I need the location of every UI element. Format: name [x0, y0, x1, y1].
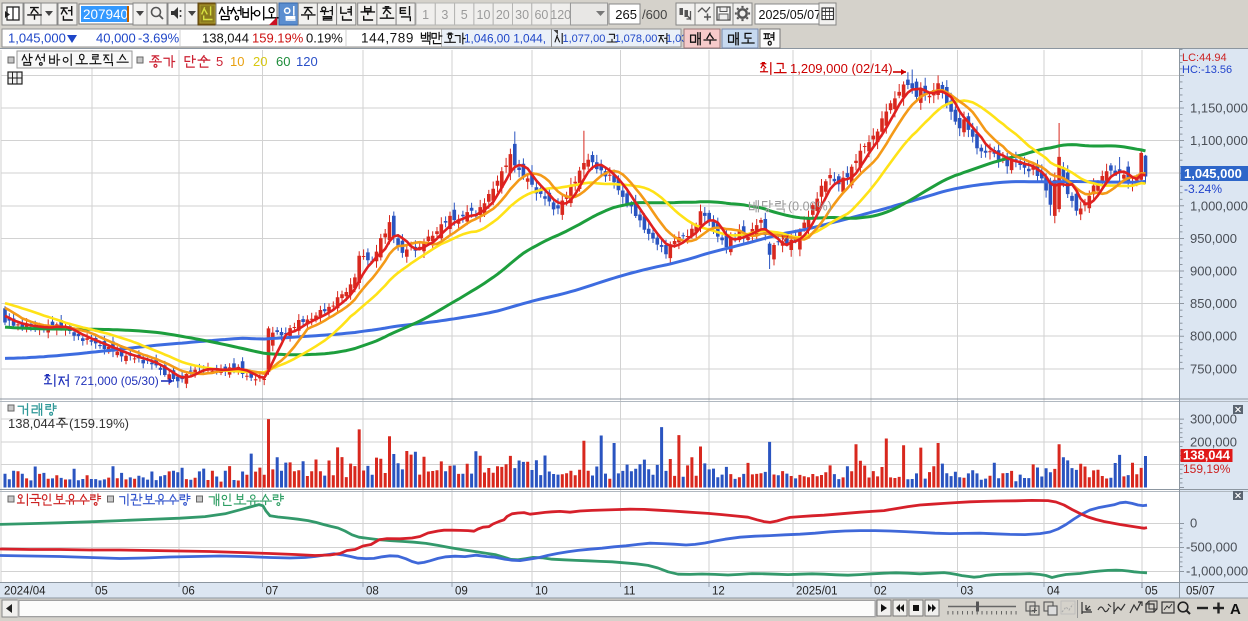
- svg-text:750,000: 750,000: [1190, 361, 1237, 376]
- svg-text:1: 1: [422, 8, 429, 22]
- svg-text:40,000: 40,000: [96, 31, 136, 46]
- svg-text:2024/04: 2024/04: [4, 586, 46, 598]
- svg-text:1,000,000: 1,000,000: [1190, 198, 1248, 213]
- svg-text:0: 0: [1190, 516, 1197, 531]
- svg-text:-3.24%: -3.24%: [1184, 182, 1222, 196]
- svg-text:(159.19%): (159.19%): [69, 416, 129, 431]
- svg-text:(0.00%): (0.00%): [788, 200, 832, 214]
- svg-text:3: 3: [441, 8, 448, 22]
- svg-text:05: 05: [1145, 586, 1158, 598]
- svg-text:HC:-13.56: HC:-13.56: [1182, 64, 1232, 76]
- svg-text:5: 5: [216, 54, 223, 69]
- svg-text:120: 120: [296, 54, 318, 69]
- svg-text:10: 10: [477, 8, 491, 22]
- svg-text:10: 10: [230, 54, 244, 69]
- svg-text:1,077,00: 1,077,00: [563, 33, 606, 45]
- svg-text:60: 60: [276, 54, 290, 69]
- svg-text:04: 04: [1047, 586, 1060, 598]
- svg-text:2025/01: 2025/01: [796, 586, 838, 598]
- svg-text:20: 20: [253, 54, 267, 69]
- svg-text:-3.69%: -3.69%: [138, 31, 180, 46]
- svg-text:05/07: 05/07: [1186, 586, 1215, 598]
- svg-text:1,045,000: 1,045,000: [8, 31, 66, 46]
- svg-text:0.19%: 0.19%: [306, 31, 343, 46]
- svg-text:300,000: 300,000: [1190, 412, 1237, 427]
- svg-text:120: 120: [550, 8, 571, 22]
- svg-text:07: 07: [266, 586, 279, 598]
- svg-text:06: 06: [182, 586, 195, 598]
- svg-text:144,789: 144,789: [361, 31, 414, 46]
- svg-text:850,000: 850,000: [1190, 296, 1237, 311]
- svg-text:900,000: 900,000: [1190, 264, 1237, 279]
- svg-text:05: 05: [95, 586, 108, 598]
- svg-text:1,209,000 (02/14): 1,209,000 (02/14): [790, 61, 893, 76]
- svg-text:1,100,000: 1,100,000: [1190, 133, 1248, 148]
- svg-text:30: 30: [515, 8, 529, 22]
- svg-text:12: 12: [712, 586, 725, 598]
- svg-text:20: 20: [496, 8, 510, 22]
- svg-text:02: 02: [874, 586, 887, 598]
- svg-text:/600: /600: [642, 7, 667, 22]
- svg-text:1,078,00: 1,078,00: [615, 33, 658, 45]
- svg-text:207940: 207940: [83, 7, 128, 22]
- svg-text:721,000 (05/30): 721,000 (05/30): [74, 374, 159, 388]
- svg-text:10: 10: [535, 586, 548, 598]
- svg-text:265: 265: [615, 7, 637, 22]
- svg-text:11: 11: [624, 586, 636, 598]
- svg-text:950,000: 950,000: [1190, 231, 1237, 246]
- svg-text:-500,000: -500,000: [1186, 540, 1237, 555]
- svg-text:03: 03: [961, 586, 974, 598]
- svg-text:08: 08: [366, 586, 379, 598]
- svg-text:138,044: 138,044: [202, 31, 249, 46]
- svg-text:A: A: [1230, 601, 1241, 618]
- svg-text:1,045,000: 1,045,000: [1184, 166, 1242, 181]
- svg-text:1,046,00 1,044,: 1,046,00 1,044,: [464, 32, 546, 46]
- svg-text:-1,000,000: -1,000,000: [1186, 564, 1248, 579]
- svg-text:138,044: 138,044: [8, 416, 55, 431]
- svg-text:5: 5: [461, 8, 468, 22]
- svg-text:159.19%: 159.19%: [252, 31, 304, 46]
- svg-text:159,19%: 159,19%: [1183, 462, 1231, 476]
- svg-text:60: 60: [534, 8, 548, 22]
- svg-text:2025/05/07: 2025/05/07: [759, 8, 822, 22]
- svg-text:1,150,000: 1,150,000: [1190, 101, 1248, 116]
- svg-text:800,000: 800,000: [1190, 329, 1237, 344]
- svg-text:09: 09: [455, 586, 468, 598]
- svg-text:LC:44.94: LC:44.94: [1182, 52, 1227, 64]
- svg-text:138,044: 138,044: [1183, 448, 1231, 463]
